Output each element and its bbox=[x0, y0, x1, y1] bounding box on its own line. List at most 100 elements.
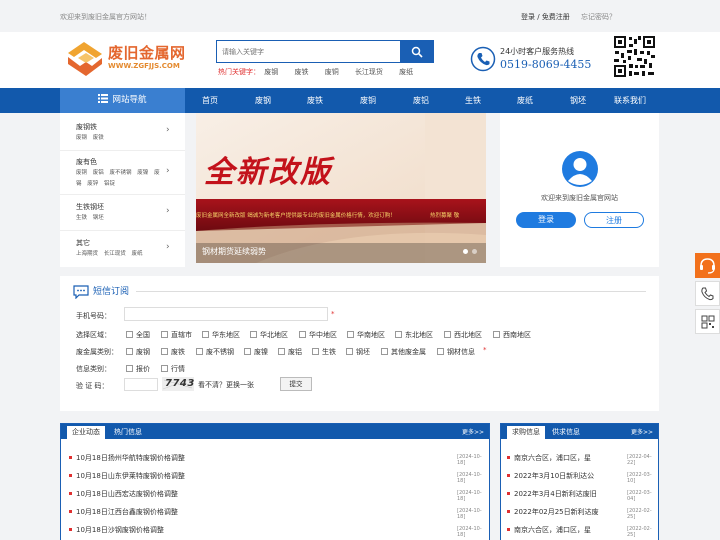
news-date: [2024-10-18] bbox=[457, 454, 482, 466]
captcha-input[interactable] bbox=[124, 378, 158, 391]
nav-item-scrap-paper[interactable]: 废纸 bbox=[500, 88, 550, 113]
category-other[interactable]: 其它 上海期货 长江现货 废纸 › bbox=[60, 231, 185, 267]
category-sub-link[interactable]: 废不锈钢 bbox=[110, 170, 132, 176]
hot-keyword[interactable]: 废铜 bbox=[325, 68, 339, 76]
nav-item-pig-iron[interactable]: 生铁 bbox=[448, 88, 498, 113]
banner-tagline: 废旧金属网全新改版 竭诚为新老客户提供最专业的废旧金属价格行情，欢迎订购！ bbox=[196, 213, 396, 219]
region-option[interactable]: 东北地区 bbox=[395, 330, 433, 340]
category-sub-link[interactable]: 上海期货 bbox=[76, 251, 98, 257]
news-item[interactable]: 10月18日沙钢废钢价格调整 bbox=[69, 525, 164, 535]
category-label: 废金属类别： bbox=[76, 348, 118, 356]
nav-item-scrap-copper[interactable]: 废铜 bbox=[343, 88, 393, 113]
region-option[interactable]: 华东地区 bbox=[202, 330, 240, 340]
buy-item[interactable]: 南京六合区，浦口区，星 bbox=[507, 525, 591, 535]
site-logo[interactable]: 废旧金属网 WWW.ZGFJJS.COM bbox=[66, 38, 196, 80]
phone-input[interactable] bbox=[124, 307, 328, 321]
category-sub-link[interactable]: 废镍 bbox=[137, 170, 148, 176]
nav-item-home[interactable]: 首页 bbox=[185, 88, 235, 113]
tab-hot-info[interactable]: 热门信息 bbox=[109, 426, 147, 439]
category-sub-link[interactable]: 长江现货 bbox=[104, 251, 126, 257]
buy-more-link[interactable]: 更多>> bbox=[631, 427, 653, 436]
register-link[interactable]: 免费注册 bbox=[542, 13, 570, 21]
nav-item-contact[interactable]: 联系我们 bbox=[605, 88, 655, 113]
category-option[interactable]: 废不锈钢 bbox=[196, 347, 234, 357]
category-option[interactable]: 钢坯 bbox=[346, 347, 370, 357]
category-sub-link[interactable]: 铝锭 bbox=[104, 181, 115, 187]
required-mark: * bbox=[331, 310, 335, 318]
region-option[interactable]: 直辖市 bbox=[161, 330, 192, 340]
carousel-dot[interactable] bbox=[472, 249, 477, 254]
hot-keyword[interactable]: 废铁 bbox=[294, 68, 308, 76]
forgot-password-link[interactable]: 忘记密码？ bbox=[581, 12, 616, 22]
news-item[interactable]: 10月18日江西台鑫废钢价格调整 bbox=[69, 507, 178, 517]
category-sub-link[interactable]: 废锌 bbox=[87, 181, 98, 187]
category-sub-link[interactable]: 废铜 bbox=[76, 170, 87, 176]
nav-item-scrap-aluminum[interactable]: 废铝 bbox=[396, 88, 446, 113]
category-option[interactable]: 其他废金属 bbox=[381, 347, 426, 357]
region-option[interactable]: 华中地区 bbox=[299, 330, 337, 340]
buy-item[interactable]: 2022年02月25日新利达废 bbox=[507, 507, 599, 517]
category-option[interactable]: 钢材信息 bbox=[437, 347, 475, 357]
nav-item-scrap-iron[interactable]: 废铁 bbox=[290, 88, 340, 113]
chevron-right-icon: › bbox=[166, 166, 170, 176]
user-register-button[interactable]: 注册 bbox=[584, 212, 644, 228]
login-link[interactable]: 登录 bbox=[521, 13, 535, 21]
hot-keyword[interactable]: 废钢 bbox=[264, 68, 278, 76]
category-sub-link[interactable]: 钢坯 bbox=[93, 215, 104, 221]
captcha-refresh-link[interactable]: 看不清？更换一张 bbox=[198, 380, 254, 390]
tab-supply-info[interactable]: 供求信息 bbox=[547, 426, 585, 439]
sms-subscription-form: 短信订阅 手机号码： * 选择区域： 全国 直辖市 华东地区 华北地区 华中地区… bbox=[60, 276, 659, 411]
category-subs: 废铜 废铝 废不锈钢 废镍 废锡 废锌 铝锭 bbox=[76, 168, 166, 190]
category-option[interactable]: 废钢 bbox=[126, 347, 150, 357]
category-sub-link[interactable]: 废铝 bbox=[93, 170, 104, 176]
floating-service-button[interactable] bbox=[695, 253, 720, 278]
category-option[interactable]: 废铝 bbox=[278, 347, 302, 357]
search-button[interactable] bbox=[400, 41, 433, 62]
site-nav-button[interactable]: 网站导航 bbox=[60, 88, 185, 113]
region-option[interactable]: 华南地区 bbox=[347, 330, 385, 340]
nav-item-scrap-steel[interactable]: 废钢 bbox=[238, 88, 288, 113]
info-type-option[interactable]: 行情 bbox=[161, 364, 185, 374]
submit-button[interactable]: 提交 bbox=[280, 377, 312, 391]
category-option[interactable]: 废铁 bbox=[161, 347, 185, 357]
tab-buy-info[interactable]: 求购信息 bbox=[507, 426, 545, 439]
region-option[interactable]: 西北地区 bbox=[444, 330, 482, 340]
category-sub-link[interactable]: 废钢 bbox=[76, 135, 87, 141]
captcha-image[interactable]: 7743 bbox=[162, 377, 194, 391]
user-login-button[interactable]: 登录 bbox=[516, 212, 576, 228]
hot-keyword[interactable]: 长江现货 bbox=[355, 68, 383, 76]
tab-company-news[interactable]: 企业动态 bbox=[67, 426, 105, 439]
category-pig-iron-billet[interactable]: 生铁钢坯 生铁 钢坯 › bbox=[60, 195, 185, 231]
banner-caption: 钢材期货延续弱势 bbox=[202, 247, 266, 256]
news-more-link[interactable]: 更多>> bbox=[462, 427, 484, 436]
region-option[interactable]: 西南地区 bbox=[493, 330, 531, 340]
search-input[interactable] bbox=[217, 41, 401, 62]
category-option[interactable]: 废镍 bbox=[244, 347, 268, 357]
floating-qr-button[interactable] bbox=[695, 309, 720, 334]
category-sub-link[interactable]: 废铁 bbox=[93, 135, 104, 141]
buy-date: [2022-04-22] bbox=[627, 454, 652, 466]
category-sub-link[interactable]: 生铁 bbox=[76, 215, 87, 221]
buy-item[interactable]: 2022年3月10日新利达公 bbox=[507, 471, 594, 481]
category-scrap-steel-iron[interactable]: 废钢铁 废钢 废铁 › bbox=[60, 113, 185, 151]
news-item[interactable]: 10月18日山东伊莱特废钢价格调整 bbox=[69, 471, 185, 481]
category-nonferrous[interactable]: 废有色 废铜 废铝 废不锈钢 废镍 废锡 废锌 铝锭 › bbox=[60, 151, 185, 195]
buy-item[interactable]: 南京六合区，浦口区，星 bbox=[507, 453, 591, 463]
sms-title-divider bbox=[136, 291, 646, 292]
info-type-option[interactable]: 报价 bbox=[126, 364, 150, 374]
news-item[interactable]: 10月18日扬州华航特废钢价格调整 bbox=[69, 453, 185, 463]
nav-item-billet[interactable]: 钢坯 bbox=[553, 88, 603, 113]
news-item[interactable]: 10月18日山西宏达废钢价格调整 bbox=[69, 489, 178, 499]
carousel-dots bbox=[463, 249, 483, 255]
buy-item[interactable]: 2022年3月4日新利达废旧 bbox=[507, 489, 597, 499]
banner-carousel[interactable]: 全新改版 废旧金属网全新改版 竭诚为新老客户提供最专业的废旧金属价格行情，欢迎订… bbox=[196, 113, 486, 263]
news-date: [2024-10-18] bbox=[457, 490, 482, 502]
region-option[interactable]: 华北地区 bbox=[250, 330, 288, 340]
category-sub-link[interactable]: 废纸 bbox=[132, 251, 143, 257]
hot-keyword[interactable]: 废纸 bbox=[399, 68, 413, 76]
auth-links: 登录 / 免费注册 bbox=[521, 12, 570, 22]
carousel-dot-active[interactable] bbox=[463, 249, 468, 254]
category-option[interactable]: 生铁 bbox=[312, 347, 336, 357]
region-option[interactable]: 全国 bbox=[126, 330, 150, 340]
floating-phone-button[interactable] bbox=[695, 281, 720, 306]
